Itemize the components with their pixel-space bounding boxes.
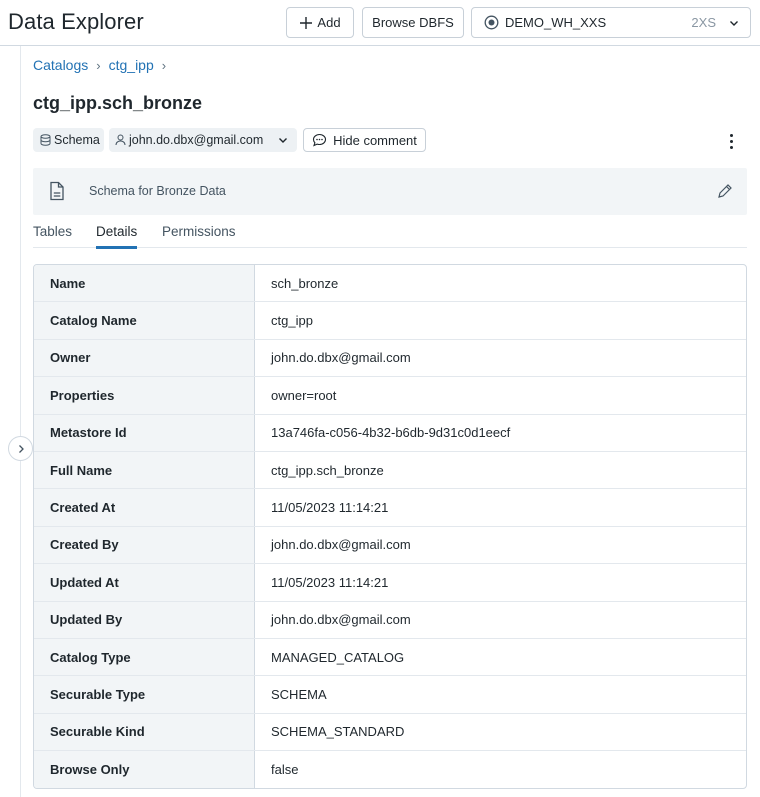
chevron-right-icon <box>18 444 24 453</box>
table-row: Owner john.do.dbx@gmail.com <box>34 339 746 378</box>
table-row: Created By john.do.dbx@gmail.com <box>34 526 746 565</box>
table-row: Catalog Name ctg_ipp <box>34 302 746 340</box>
warehouse-name: DEMO_WH_XXS <box>505 15 607 30</box>
warehouse-size: 2XS <box>691 15 716 30</box>
detail-key: Browse Only <box>34 751 255 789</box>
detail-value: ctg_ipp.sch_bronze <box>271 462 384 478</box>
detail-value: ctg_ipp <box>271 313 313 329</box>
tab-details[interactable]: Details <box>96 224 138 249</box>
speech-bubble-icon <box>313 133 327 147</box>
detail-value: john.do.dbx@gmail.com <box>271 350 411 366</box>
detail-value: john.do.dbx@gmail.com <box>271 537 411 553</box>
chevron-down-icon <box>730 21 738 26</box>
schema-comment: Schema for Bronze Data <box>89 184 226 198</box>
detail-key: Created By <box>34 526 255 564</box>
breadcrumb-separator-icon: › <box>161 57 167 73</box>
table-row: Updated At 11/05/2023 11:14:21 <box>34 564 746 602</box>
schema-type-tag: Schema <box>33 128 104 152</box>
detail-key: Catalog Name <box>34 302 255 339</box>
database-icon <box>40 134 51 146</box>
table-row: Catalog Type MANAGED_CATALOG <box>34 638 746 677</box>
chevron-down-icon <box>279 138 287 143</box>
detail-value: 13a746fa-c056-4b32-b6db-9d31c0d1eecf <box>271 425 511 441</box>
detail-value: sch_bronze <box>271 275 339 291</box>
detail-value: MANAGED_CATALOG <box>271 649 405 665</box>
detail-value: SCHEMA_STANDARD <box>271 724 405 740</box>
pencil-icon[interactable] <box>717 183 733 199</box>
detail-key: Properties <box>34 377 255 414</box>
detail-key: Updated At <box>34 564 255 601</box>
detail-value: 11/05/2023 11:14:21 <box>271 500 389 516</box>
app-title: Data Explorer <box>8 9 144 34</box>
comment-box: Schema for Bronze Data <box>33 168 747 215</box>
detail-key: Created At <box>34 489 255 526</box>
table-row: Created At 11/05/2023 11:14:21 <box>34 489 746 527</box>
page-title: ctg_ipp.sch_bronze <box>33 93 203 113</box>
detail-value: john.do.dbx@gmail.com <box>271 612 411 628</box>
table-row: Updated By john.do.dbx@gmail.com <box>34 601 746 639</box>
detail-key: Full Name <box>34 451 255 489</box>
detail-value: 11/05/2023 11:14:21 <box>271 574 389 590</box>
table-row: Securable Kind SCHEMA_STANDARD <box>34 713 746 752</box>
top-bar: Data Explorer Add Browse DBFS DEMO_WH_XX… <box>0 0 760 46</box>
warehouse-status-icon <box>484 15 499 30</box>
schema-type-label: Schema <box>54 133 100 147</box>
detail-key: Metastore Id <box>34 414 255 451</box>
breadcrumb-catalogs[interactable]: Catalogs <box>33 57 88 73</box>
detail-key: Owner <box>34 339 255 377</box>
tab-permissions[interactable]: Permissions <box>162 224 236 248</box>
table-row: Metastore Id 13a746fa-c056-4b32-b6db-9d3… <box>34 414 746 452</box>
kebab-menu-icon[interactable] <box>722 131 740 151</box>
breadcrumb-ctg-ipp[interactable]: ctg_ipp <box>109 57 154 73</box>
tab-tables[interactable]: Tables <box>33 224 72 248</box>
owner-tag[interactable]: john.do.dbx@gmail.com <box>109 128 297 152</box>
detail-value: false <box>271 762 299 778</box>
table-row: Full Name ctg_ipp.sch_bronze <box>34 451 746 490</box>
table-row: Name sch_bronze <box>34 265 746 303</box>
detail-value: SCHEMA <box>271 686 327 702</box>
user-icon <box>115 134 126 146</box>
browse-dbfs-button[interactable]: Browse DBFS <box>362 7 464 38</box>
add-button-label: Add <box>317 15 341 30</box>
expand-sidebar-button[interactable] <box>8 436 33 461</box>
breadcrumb: Catalogs › ctg_ipp › <box>33 57 166 73</box>
detail-key: Securable Type <box>34 676 255 713</box>
detail-key: Securable Kind <box>34 713 255 751</box>
detail-key: Catalog Type <box>34 638 255 676</box>
tab-bar: Tables Details Permissions <box>33 222 747 249</box>
breadcrumb-separator-icon: › <box>96 57 101 73</box>
hide-comment-button[interactable]: Hide comment <box>303 128 426 152</box>
detail-key: Updated By <box>34 601 255 638</box>
hide-comment-label: Hide comment <box>333 132 417 148</box>
table-row: Properties owner=root <box>34 377 746 415</box>
details-table: Name sch_bronze Catalog Name ctg_ipp Own… <box>33 264 747 790</box>
add-button[interactable]: Add <box>286 7 354 38</box>
table-row: Securable Type SCHEMA <box>34 676 746 714</box>
plus-icon <box>300 16 313 29</box>
detail-value: owner=root <box>271 387 337 403</box>
sidebar-divider <box>20 46 21 797</box>
document-icon <box>50 181 64 201</box>
detail-key: Name <box>34 265 255 302</box>
table-row: Browse Only false <box>34 751 746 789</box>
warehouse-selector[interactable]: DEMO_WH_XXS 2XS <box>471 7 751 38</box>
owner-label: john.do.dbx@gmail.com <box>129 133 264 147</box>
